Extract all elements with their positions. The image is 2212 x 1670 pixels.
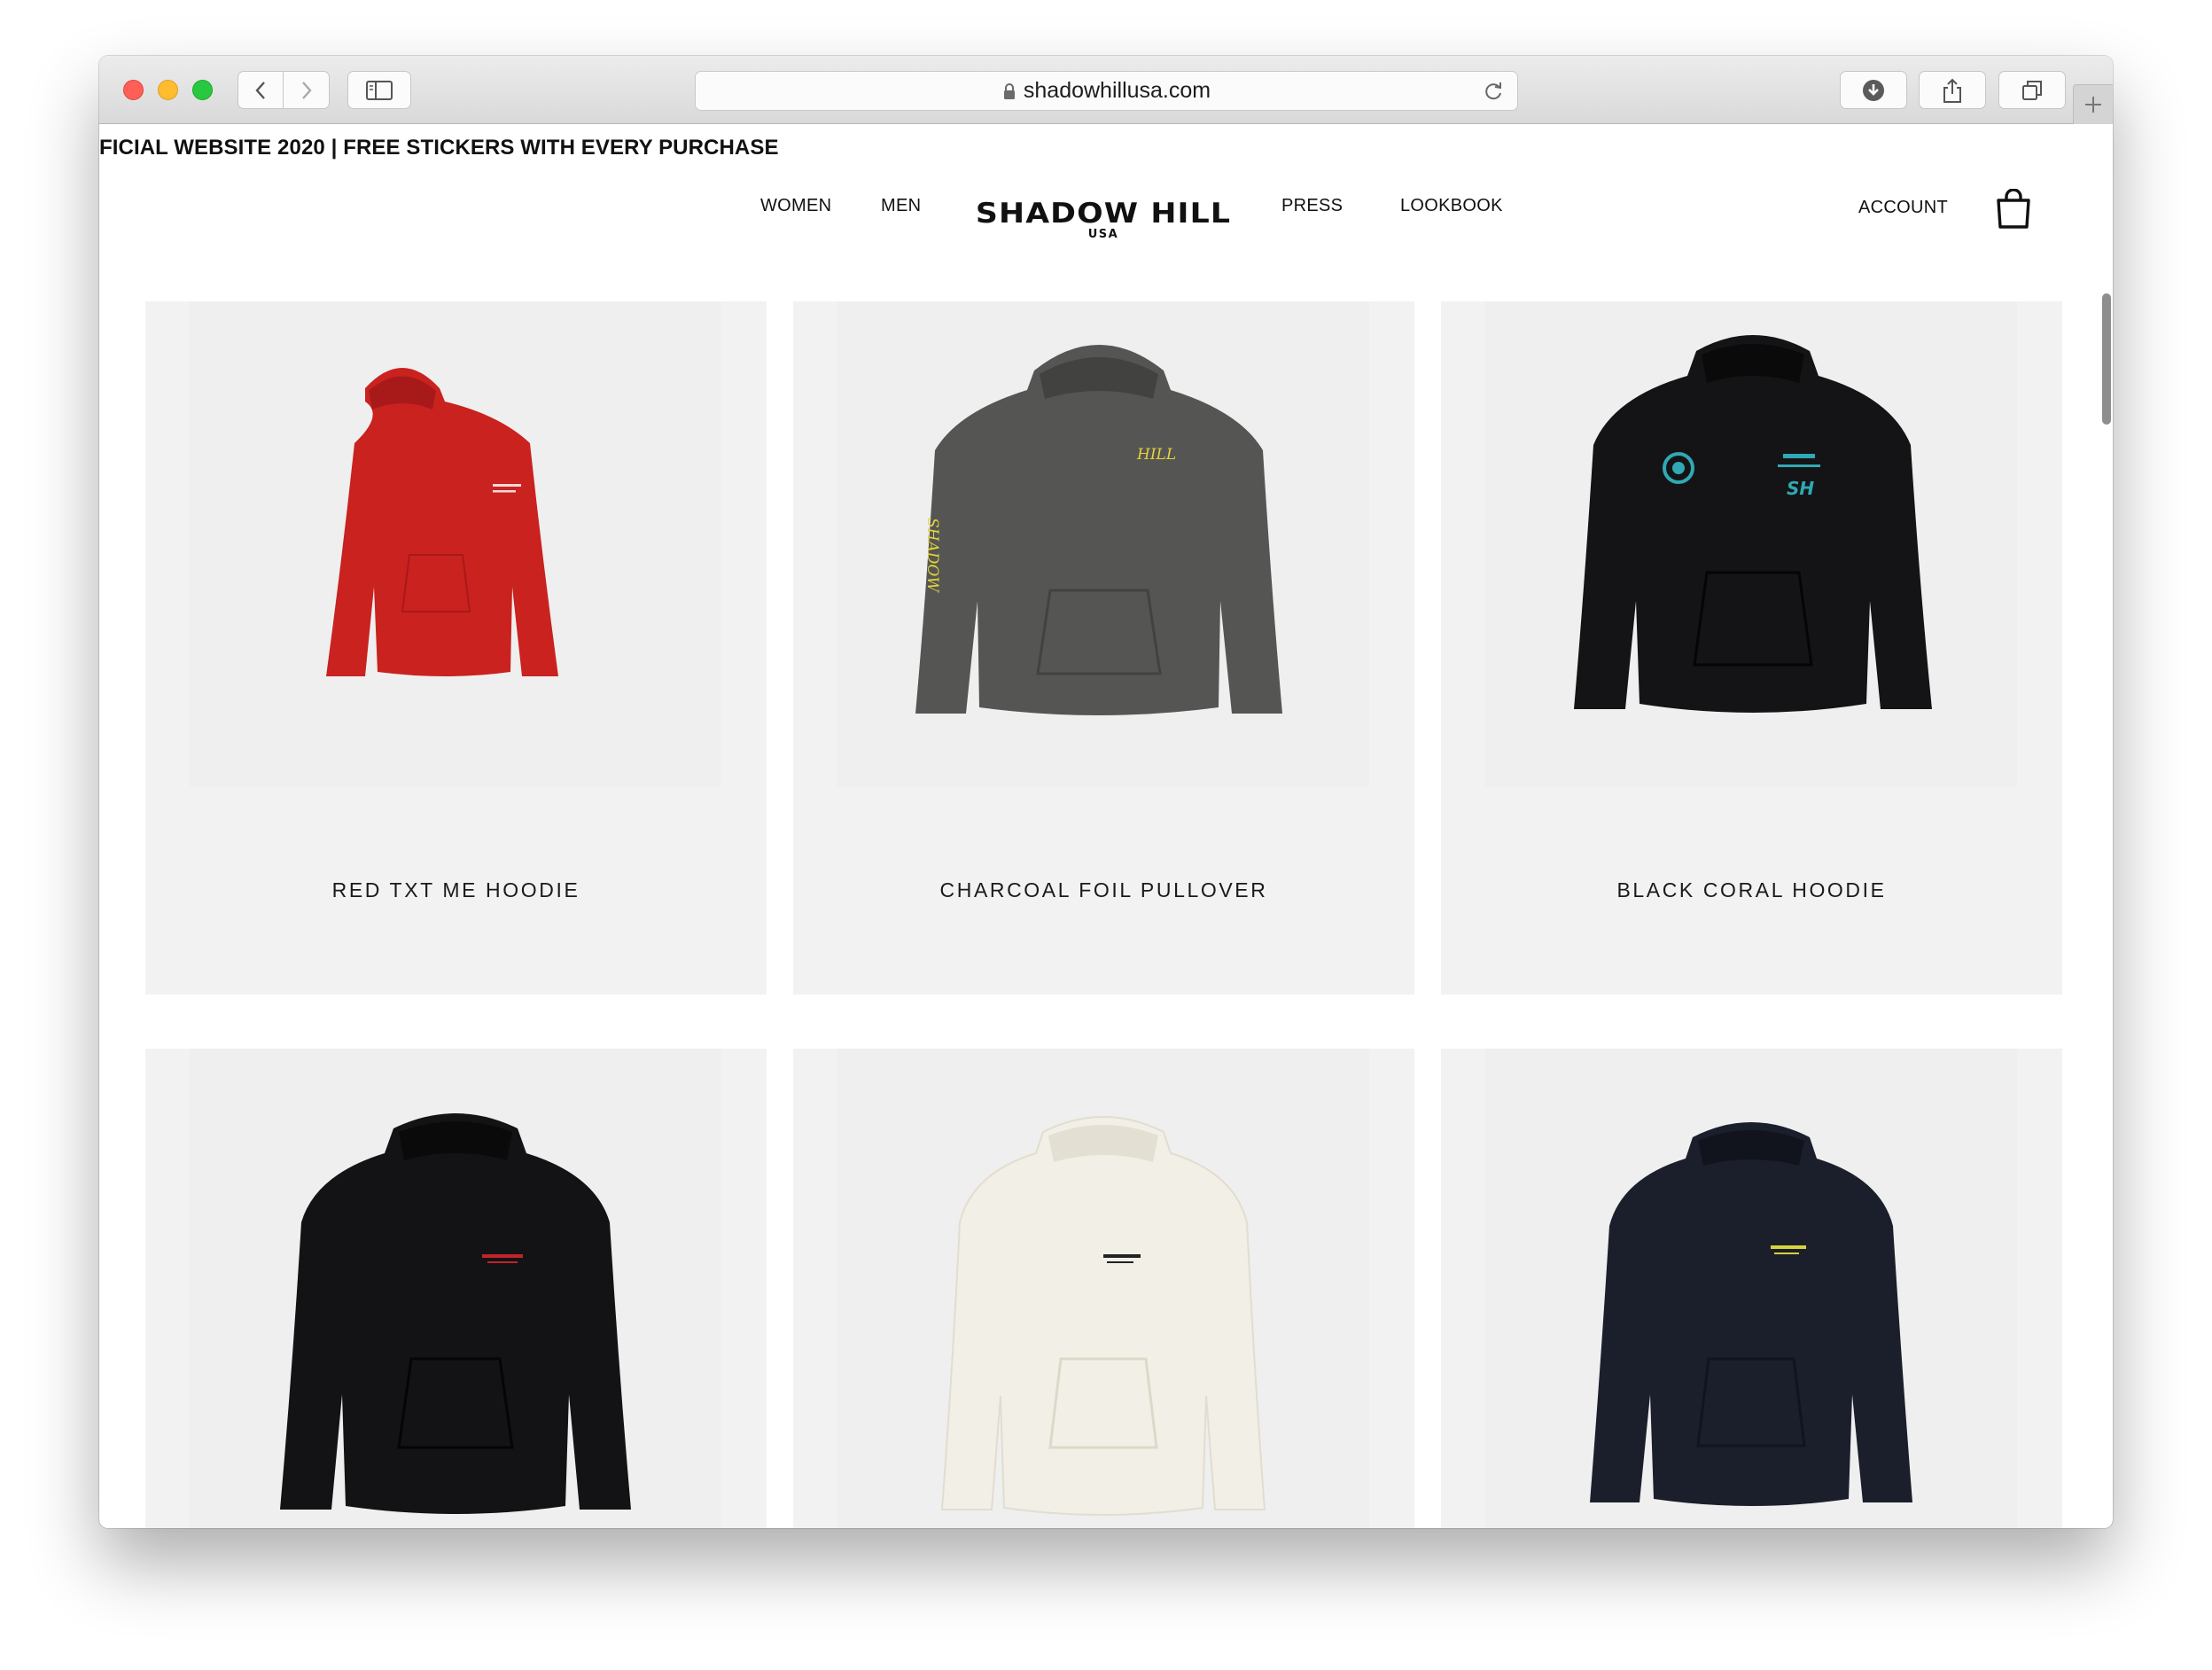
product-card[interactable] (793, 1049, 1414, 1528)
logo-subtitle: USA (1087, 228, 1119, 241)
logo-wordmark: SHADOW HILL (975, 198, 1232, 230)
nav-press[interactable]: PRESS (1281, 196, 1343, 216)
svg-text:SHADOW: SHADOW (923, 518, 941, 593)
lock-icon (1003, 82, 1015, 99)
maximize-window-button[interactable] (192, 80, 213, 100)
browser-window: shadowhillusa.com FICIAL WEBSITE 2020 | … (99, 56, 2113, 1528)
page-scrollbar[interactable] (2102, 293, 2111, 425)
back-button[interactable] (238, 71, 284, 109)
browser-toolbar: shadowhillusa.com (99, 56, 2113, 124)
new-tab-button[interactable] (2073, 84, 2113, 124)
product-name[interactable]: CHARCOAL FOIL PULLOVER (793, 878, 1414, 902)
plus-icon (2085, 97, 2101, 113)
cart-button[interactable] (1995, 188, 2032, 234)
product-card[interactable]: HILL SHADOW CHARCOAL FOIL PULLOVER (793, 301, 1414, 995)
product-image (190, 301, 721, 787)
nav-men[interactable]: MEN (881, 196, 921, 216)
product-name[interactable]: BLACK CORAL HOODIE (1441, 878, 2062, 902)
nav-account[interactable]: ACCOUNT (1858, 198, 1948, 218)
product-card[interactable] (145, 1049, 767, 1528)
promo-banner: FICIAL WEBSITE 2020 | FREE STICKERS WITH… (99, 136, 779, 160)
product-card[interactable] (1441, 1049, 2062, 1528)
shopping-bag-icon (1997, 188, 2030, 229)
reload-icon (1485, 82, 1501, 100)
svg-text:HILL: HILL (1136, 446, 1176, 464)
hoodie-icon (940, 1116, 1266, 1516)
forward-button[interactable] (284, 71, 330, 109)
minimize-window-button[interactable] (158, 80, 178, 100)
product-image: HILL SHADOW (837, 301, 1369, 787)
product-image (837, 1049, 1369, 1528)
sidebar-icon (366, 80, 393, 100)
tabs-overview-button[interactable] (1998, 71, 2066, 109)
product-image (190, 1049, 721, 1528)
tabs-icon (2022, 80, 2042, 100)
product-card[interactable]: SH BLACK CORAL HOODIE (1441, 301, 2062, 995)
share-icon (1943, 78, 1961, 103)
chevron-left-icon (255, 81, 265, 99)
sidebar-button[interactable] (347, 71, 411, 109)
share-button[interactable] (1919, 71, 1986, 109)
close-window-button[interactable] (123, 80, 144, 100)
svg-text:SH: SH (1787, 478, 1814, 499)
downloads-button[interactable] (1840, 71, 1907, 109)
address-bar[interactable]: shadowhillusa.com (695, 71, 1518, 111)
product-image: SH (1485, 301, 2017, 787)
download-icon (1863, 79, 1884, 101)
chevron-right-icon (301, 81, 312, 99)
url-text: shadowhillusa.com (1023, 78, 1211, 103)
product-image (1485, 1049, 2017, 1528)
nav-women[interactable]: WOMEN (760, 196, 831, 216)
product-name[interactable]: RED TXT ME HOODIE (145, 878, 767, 902)
site-logo[interactable]: SHADOW HILL USA (975, 199, 1232, 241)
product-card[interactable]: RED TXT ME HOODIE (145, 301, 767, 995)
nav-lookbook[interactable]: LOOKBOOK (1400, 196, 1503, 216)
